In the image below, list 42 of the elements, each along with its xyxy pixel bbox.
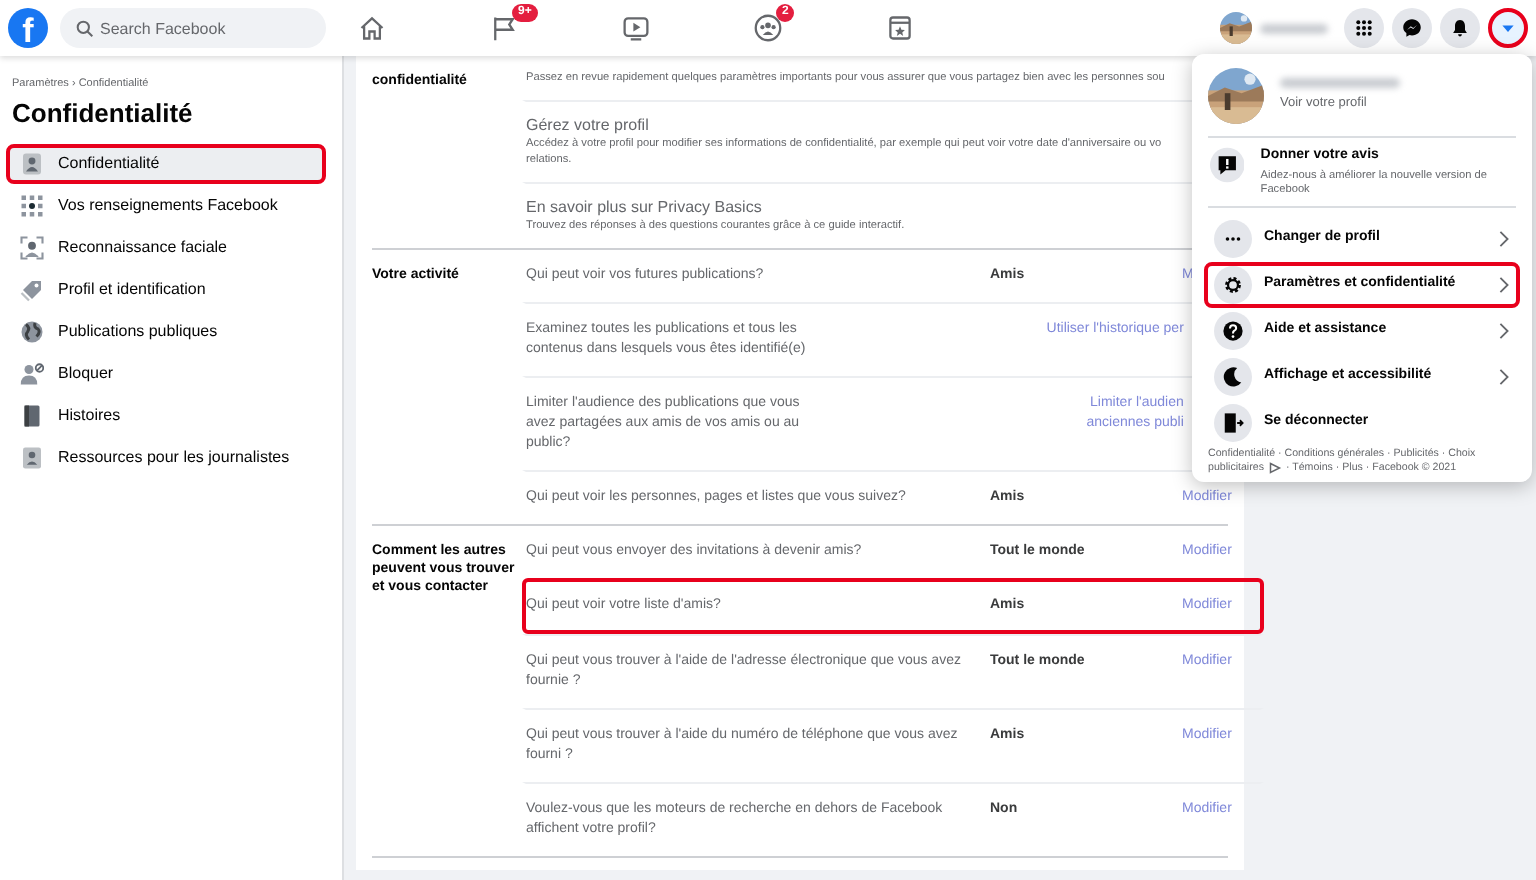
page-title: Confidentialité [12, 96, 195, 133]
sidebar-item[interactable]: Ressources pour les journalistes [6, 437, 326, 478]
people-icon[interactable] [754, 14, 782, 42]
setting-link[interactable]: Gérez votre profil [526, 116, 1162, 136]
redacted-name [1280, 78, 1400, 89]
settings-icon [1222, 273, 1244, 295]
apps-grid-icon [1354, 18, 1374, 38]
logo[interactable]: f [8, 8, 48, 48]
video-icon[interactable] [622, 14, 650, 42]
search-field[interactable]: Search Facebook [60, 8, 326, 48]
sidebar-item[interactable]: Reconnaissance faciale [6, 227, 326, 268]
sidebar-item[interactable]: Publications publiques [6, 311, 326, 352]
question-icon [1222, 319, 1244, 341]
sidebar-item[interactable]: Bloquer [6, 353, 326, 394]
face-scan-icon [20, 235, 44, 260]
setting-link[interactable]: En savoir plus sur Privacy Basics [526, 198, 905, 218]
sidebar-item[interactable]: Profil et identification [6, 269, 326, 310]
account-menu-button[interactable] [1488, 8, 1528, 48]
redacted-name [1260, 23, 1328, 33]
home-icon[interactable] [358, 14, 386, 42]
person-lock-icon [20, 151, 44, 176]
bell-icon [1450, 18, 1470, 38]
sidebar-item[interactable]: Histoires [6, 395, 326, 436]
chat-bubble-icon [1402, 18, 1422, 38]
id-card-icon [20, 445, 44, 470]
caret-icon [1500, 20, 1516, 36]
globe-icon [20, 319, 44, 344]
moon-icon [1222, 365, 1244, 387]
grid-icon [20, 193, 44, 218]
sidebar-item[interactable]: Confidentialité [6, 143, 326, 184]
tag-icon [20, 277, 44, 302]
sidebar-item[interactable]: Vos renseignements Facebook [6, 185, 326, 226]
calendar-icon[interactable] [886, 14, 914, 42]
messenger-button[interactable] [1392, 8, 1432, 48]
flag-icon[interactable] [490, 14, 518, 42]
book-icon [20, 403, 44, 428]
person-block-icon [20, 361, 44, 386]
play-icon [1267, 462, 1282, 474]
apps-button[interactable] [1344, 8, 1384, 48]
feedback-icon [1210, 146, 1245, 184]
notifications-button[interactable] [1440, 8, 1480, 48]
door-exit-icon [1222, 411, 1244, 433]
